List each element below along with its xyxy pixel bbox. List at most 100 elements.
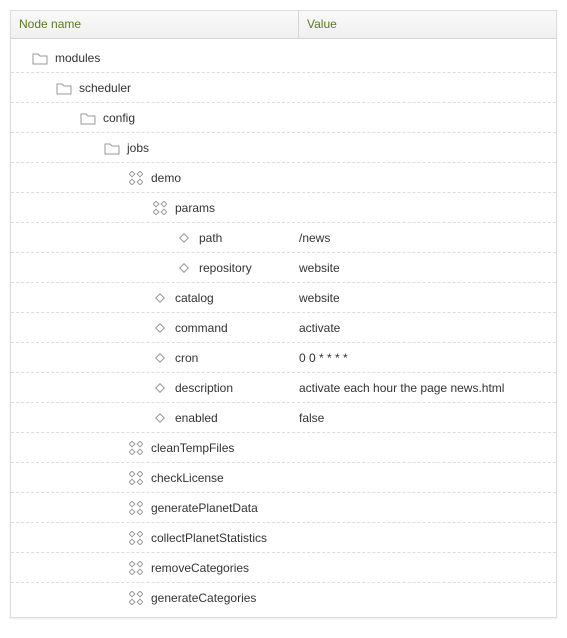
- node-value-cell: website: [299, 261, 548, 275]
- node-label: cleanTempFiles: [151, 441, 234, 455]
- node-label: removeCategories: [151, 561, 249, 575]
- node-label: command: [175, 321, 228, 335]
- folder-icon: [31, 49, 49, 67]
- node-label: checkLicense: [151, 471, 224, 485]
- tree-row[interactable]: generateCategories: [11, 583, 556, 613]
- indent: [11, 327, 151, 328]
- quad-icon: [127, 169, 145, 187]
- node-value-cell: 0 0 * * * *: [299, 351, 548, 365]
- node-name-cell: modules: [11, 49, 299, 67]
- tree-row[interactable]: enabled false: [11, 403, 556, 433]
- node-label: repository: [199, 261, 252, 275]
- node-name-cell: catalog: [11, 289, 299, 307]
- node-value-cell: false: [299, 411, 548, 425]
- header-node-name-label: Node name: [19, 17, 81, 31]
- indent: [11, 598, 127, 599]
- diamond-icon: [151, 349, 169, 367]
- node-name-cell: removeCategories: [11, 559, 299, 577]
- diamond-icon: [151, 319, 169, 337]
- header-value[interactable]: Value: [299, 11, 556, 38]
- tree-row[interactable]: jobs: [11, 133, 556, 163]
- node-label: params: [175, 201, 215, 215]
- node-name-cell: description: [11, 379, 299, 397]
- tree-row[interactable]: description activate each hour the page n…: [11, 373, 556, 403]
- node-name-cell: cleanTempFiles: [11, 439, 299, 457]
- tree-row[interactable]: demo: [11, 163, 556, 193]
- node-label: path: [199, 231, 222, 245]
- node-value-cell: activate each hour the page news.html: [299, 381, 548, 395]
- tree-row[interactable]: config: [11, 103, 556, 133]
- quad-icon: [127, 469, 145, 487]
- node-name-cell: demo: [11, 169, 299, 187]
- node-label: generateCategories: [151, 591, 256, 605]
- indent: [11, 567, 127, 568]
- indent: [11, 507, 127, 508]
- tree-row[interactable]: catalog website: [11, 283, 556, 313]
- node-name-cell: command: [11, 319, 299, 337]
- node-name-cell: checkLicense: [11, 469, 299, 487]
- quad-icon: [127, 439, 145, 457]
- node-value-cell: /news: [299, 231, 548, 245]
- tree-row[interactable]: path/news: [11, 223, 556, 253]
- diamond-icon: [175, 229, 193, 247]
- node-label: enabled: [175, 411, 218, 425]
- tree-row[interactable]: params: [11, 193, 556, 223]
- node-name-cell: jobs: [11, 139, 299, 157]
- tree-container: Node name Value modules scheduler config jo…: [10, 10, 557, 618]
- indent: [11, 477, 127, 478]
- tree-row[interactable]: repository website: [11, 253, 556, 283]
- node-label: collectPlanetStatistics: [151, 531, 267, 545]
- header-node-name[interactable]: Node name: [11, 11, 299, 38]
- folder-icon: [55, 79, 73, 97]
- node-label: cron: [175, 351, 198, 365]
- node-label: config: [103, 111, 135, 125]
- node-label: catalog: [175, 291, 214, 305]
- tree-header: Node name Value: [11, 11, 556, 39]
- tree-body: modules scheduler config jobs demo params path…: [11, 39, 556, 617]
- tree-row[interactable]: generatePlanetData: [11, 493, 556, 523]
- folder-icon: [79, 109, 97, 127]
- quad-icon: [127, 589, 145, 607]
- indent: [11, 357, 151, 358]
- diamond-icon: [151, 379, 169, 397]
- indent: [11, 537, 127, 538]
- diamond-icon: [151, 409, 169, 427]
- node-name-cell: scheduler: [11, 79, 299, 97]
- node-name-cell: collectPlanetStatistics: [11, 529, 299, 547]
- tree-row[interactable]: command activate: [11, 313, 556, 343]
- tree-row[interactable]: cron 0 0 * * * *: [11, 343, 556, 373]
- node-label: modules: [55, 51, 100, 65]
- diamond-icon: [151, 289, 169, 307]
- node-name-cell: cron: [11, 349, 299, 367]
- diamond-icon: [175, 259, 193, 277]
- indent: [11, 207, 151, 208]
- tree-row[interactable]: cleanTempFiles: [11, 433, 556, 463]
- quad-icon: [151, 199, 169, 217]
- indent: [11, 387, 151, 388]
- quad-icon: [127, 499, 145, 517]
- indent: [11, 417, 151, 418]
- quad-icon: [127, 529, 145, 547]
- node-label: scheduler: [79, 81, 131, 95]
- node-value-cell: website: [299, 291, 548, 305]
- folder-icon: [103, 139, 121, 157]
- node-name-cell: params: [11, 199, 299, 217]
- node-name-cell: repository: [11, 259, 299, 277]
- indent: [11, 57, 31, 58]
- tree-row[interactable]: collectPlanetStatistics: [11, 523, 556, 553]
- node-name-cell: generateCategories: [11, 589, 299, 607]
- node-name-cell: generatePlanetData: [11, 499, 299, 517]
- indent: [11, 147, 103, 148]
- tree-row[interactable]: checkLicense: [11, 463, 556, 493]
- indent: [11, 267, 175, 268]
- node-name-cell: path: [11, 229, 299, 247]
- indent: [11, 87, 55, 88]
- tree-row[interactable]: removeCategories: [11, 553, 556, 583]
- header-value-label: Value: [307, 17, 337, 31]
- tree-row[interactable]: modules: [11, 43, 556, 73]
- tree-row[interactable]: scheduler: [11, 73, 556, 103]
- node-name-cell: enabled: [11, 409, 299, 427]
- node-value-cell: activate: [299, 321, 548, 335]
- node-label: description: [175, 381, 233, 395]
- node-name-cell: config: [11, 109, 299, 127]
